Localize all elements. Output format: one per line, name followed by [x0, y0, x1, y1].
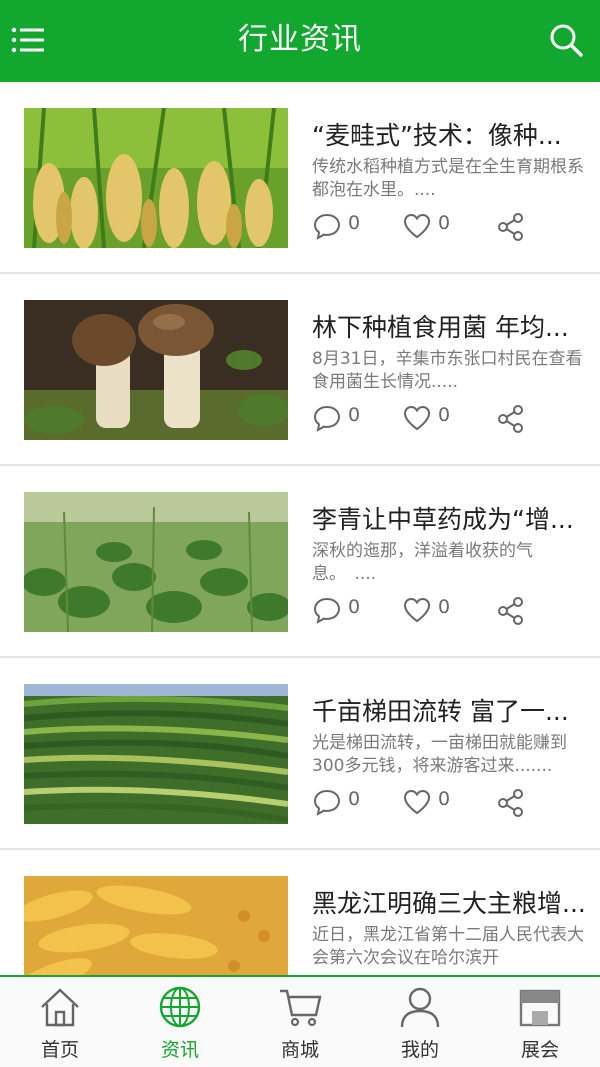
article-actions: 0 0 [312, 786, 588, 818]
like-count: 0 [438, 788, 451, 810]
share-icon [498, 405, 523, 433]
heart-icon [403, 405, 431, 431]
article-title[interactable]: “麦畦式”技术：像种... [312, 116, 588, 152]
comment-icon [313, 789, 341, 816]
tab-mall[interactable]: 商城 [240, 977, 360, 1067]
tab-exhibition[interactable]: 展会 [480, 977, 600, 1067]
article-summary: 光是梯田流转，一亩梯田就能赚到300多元钱，将来游客过来....... [312, 733, 567, 776]
tab-label: 资讯 [160, 1039, 199, 1061]
comment-icon [313, 405, 341, 432]
share-button[interactable] [496, 594, 526, 626]
store-icon [519, 989, 561, 1027]
comment-icon [313, 213, 341, 240]
like-button[interactable]: 0 [402, 786, 472, 818]
like-button[interactable]: 0 [402, 402, 472, 434]
article-title[interactable]: 千亩梯田流转 富了一... [312, 692, 588, 728]
comment-icon [313, 597, 341, 624]
list-item[interactable]: “麦畦式”技术：像种... 传统水稻种植方式是在全生育期根系都泡在水里。....… [0, 82, 600, 274]
comment-button[interactable]: 0 [312, 402, 382, 434]
like-count: 0 [438, 212, 451, 234]
page-title: 行业资讯 [238, 22, 362, 57]
globe-icon [159, 986, 201, 1028]
comment-count: 0 [348, 596, 361, 618]
comment-count: 0 [348, 404, 361, 426]
cart-icon [280, 989, 322, 1027]
comment-button[interactable]: 0 [312, 786, 382, 818]
share-icon [498, 213, 523, 241]
article-summary: 近日，黑龙江省第十二届人民代表大会第六次会议在哈尔滨开 [312, 925, 584, 968]
comment-button[interactable]: 0 [312, 210, 382, 242]
tab-label: 我的 [400, 1039, 439, 1061]
home-icon [41, 988, 79, 1027]
tab-label: 展会 [520, 1039, 559, 1061]
article-thumbnail[interactable] [24, 300, 288, 440]
article-summary: 8月31日，辛集市东张口村民在查看食用菌生长情况..... [312, 349, 583, 392]
share-button[interactable] [496, 210, 526, 242]
bottom-tab-bar: 首页 资讯 商城 我的 展会 [0, 975, 600, 1067]
article-title[interactable]: 李青让中草药成为“增... [312, 500, 588, 536]
heart-icon [403, 213, 431, 239]
article-summary: 传统水稻种植方式是在全生育期根系都泡在水里。.... [312, 157, 584, 200]
tab-mine[interactable]: 我的 [360, 977, 480, 1067]
article-thumbnail[interactable] [24, 492, 288, 632]
article-actions: 0 0 [312, 594, 588, 626]
article-list[interactable]: “麦畦式”技术：像种... 传统水稻种植方式是在全生育期根系都泡在水里。....… [0, 82, 600, 975]
list-item[interactable]: 千亩梯田流转 富了一... 光是梯田流转，一亩梯田就能赚到300多元钱，将来游客… [0, 658, 600, 850]
list-item[interactable]: 李青让中草药成为“增... 深秋的迤那，洋溢着收获的气息。 .... 0 0 [0, 466, 600, 658]
share-icon [498, 789, 523, 817]
article-title[interactable]: 林下种植食用菌 年均... [312, 308, 588, 344]
heart-icon [403, 597, 431, 623]
comment-button[interactable]: 0 [312, 594, 382, 626]
comment-count: 0 [348, 212, 361, 234]
article-title[interactable]: 黑龙江明确三大主粮增... [312, 884, 588, 920]
tab-label: 商城 [280, 1039, 319, 1061]
article-thumbnail[interactable] [24, 108, 288, 248]
article-thumbnail[interactable] [24, 684, 288, 824]
share-button[interactable] [496, 786, 526, 818]
like-count: 0 [438, 596, 451, 618]
list-item[interactable]: 林下种植食用菌 年均... 8月31日，辛集市东张口村民在查看食用菌生长情况..… [0, 274, 600, 466]
article-actions: 0 0 [312, 210, 588, 242]
article-actions: 0 0 [312, 402, 588, 434]
heart-icon [403, 789, 431, 815]
like-button[interactable]: 0 [402, 210, 472, 242]
share-icon [498, 597, 523, 625]
like-count: 0 [438, 404, 451, 426]
like-button[interactable]: 0 [402, 594, 472, 626]
article-summary: 深秋的迤那，洋溢着收获的气息。 .... [312, 541, 533, 584]
share-button[interactable] [496, 402, 526, 434]
list-item[interactable]: 黑龙江明确三大主粮增... 近日，黑龙江省第十二届人民代表大会第六次会议在哈尔滨… [0, 850, 600, 975]
tab-label: 首页 [40, 1039, 79, 1061]
app-header: 行业资讯 [0, 0, 600, 82]
user-icon [400, 987, 440, 1028]
tab-home[interactable]: 首页 [0, 977, 120, 1067]
search-icon[interactable] [548, 22, 584, 58]
comment-count: 0 [348, 788, 361, 810]
tab-news[interactable]: 资讯 [120, 977, 240, 1067]
article-thumbnail[interactable] [24, 876, 288, 975]
